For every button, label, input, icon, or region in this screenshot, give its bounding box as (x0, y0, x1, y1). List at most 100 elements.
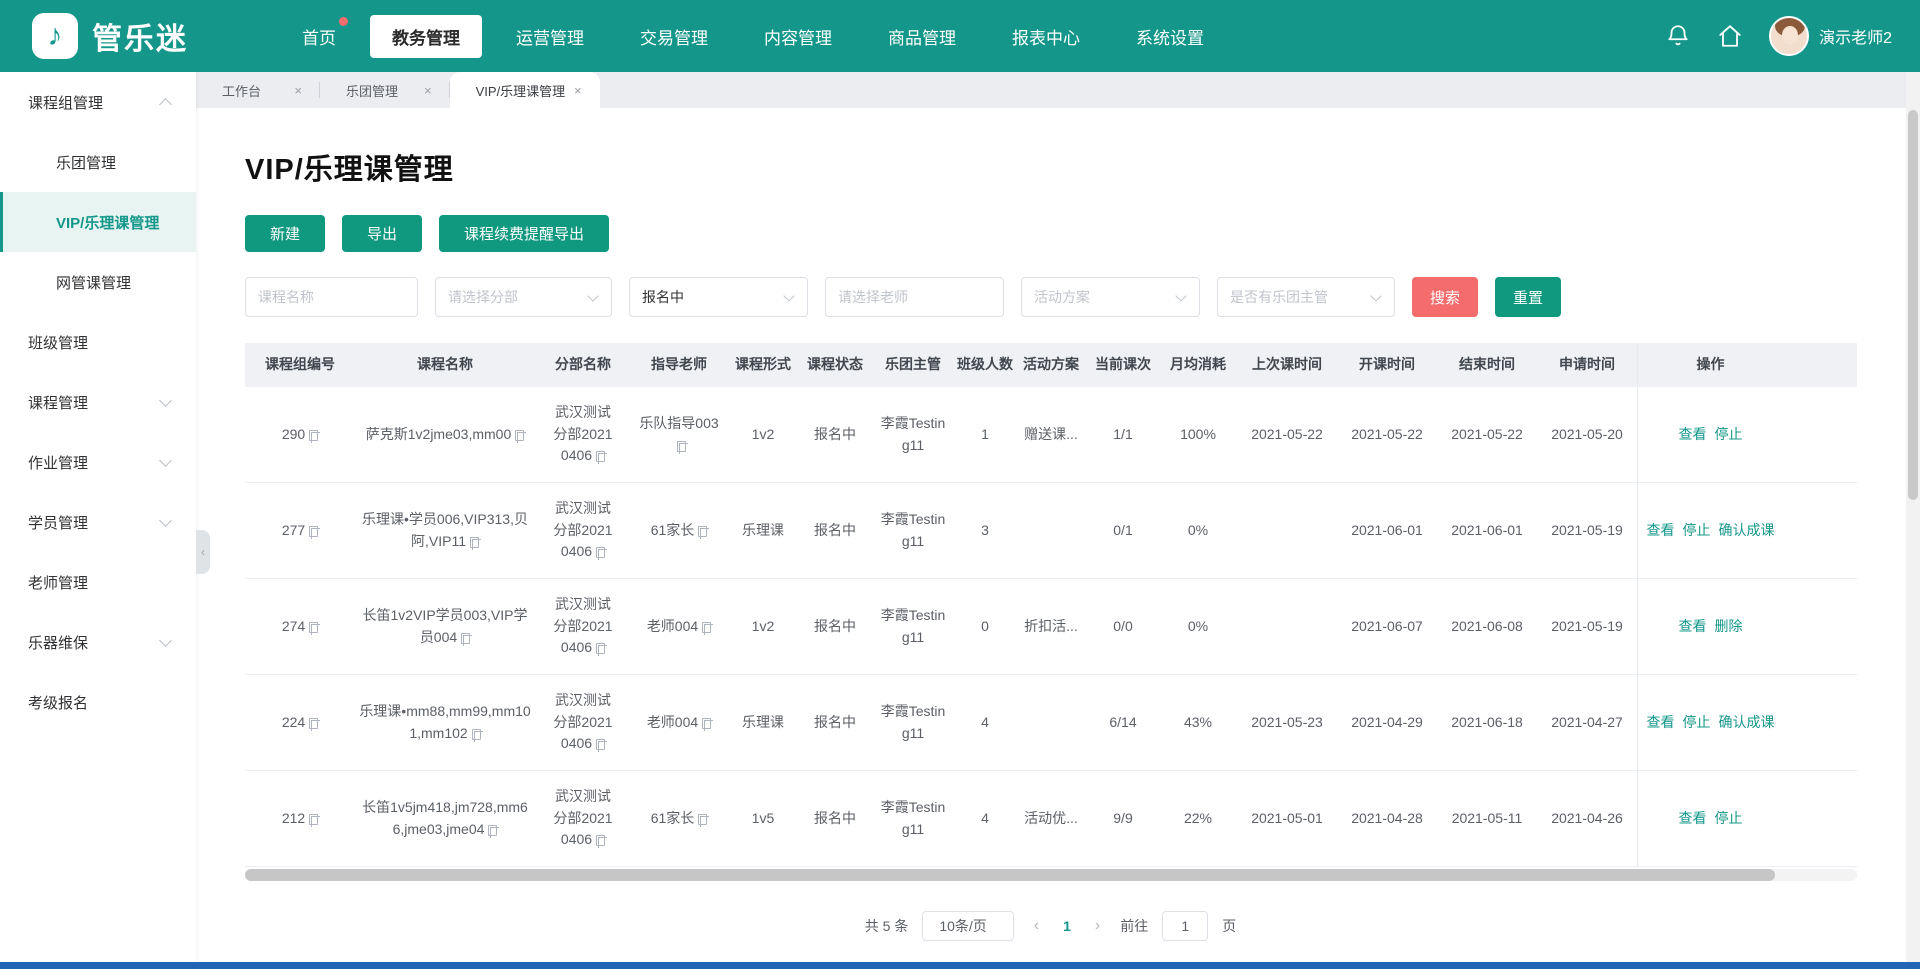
cell-text: 2021-05-23 (1251, 712, 1323, 734)
sidebar-collapse-handle[interactable]: ‹ (196, 530, 210, 574)
top-menu-item[interactable]: 报表中心 (990, 15, 1102, 58)
copy-icon[interactable] (309, 622, 318, 633)
copy-icon[interactable] (596, 739, 605, 750)
cell-text: 100% (1180, 424, 1216, 446)
cell-text: 李霞Testing11 (879, 701, 947, 744)
user-menu[interactable]: 演示老师2 (1769, 16, 1892, 56)
tab[interactable]: 乐团管理× (320, 72, 450, 108)
sidebar-item[interactable]: 老师管理 (0, 552, 196, 612)
action-button[interactable]: 新建 (245, 215, 325, 252)
goto-page-input[interactable] (1162, 911, 1208, 941)
tab[interactable]: VIP/乐理课管理× (450, 72, 600, 108)
row-action-link[interactable]: 停止 (1683, 520, 1711, 542)
copy-icon[interactable] (515, 430, 524, 441)
sidebar-item[interactable]: 学员管理 (0, 492, 196, 552)
copy-icon[interactable] (702, 718, 711, 729)
logo-music-note-icon: ♪ (32, 13, 78, 59)
action-button[interactable]: 导出 (342, 215, 422, 252)
sidebar-item[interactable]: VIP/乐理课管理 (0, 192, 196, 252)
row-action-link[interactable]: 查看 (1679, 616, 1707, 638)
sidebar-item[interactable]: 乐器维保 (0, 612, 196, 672)
filter-select[interactable]: 报名中 (629, 277, 808, 317)
row-action-link[interactable]: 查看 (1647, 520, 1675, 542)
copy-icon[interactable] (596, 835, 605, 846)
top-menu-item[interactable]: 内容管理 (742, 15, 854, 58)
filter-input[interactable]: 请选择老师 (825, 277, 1004, 317)
copy-icon[interactable] (596, 451, 605, 462)
copy-icon[interactable] (309, 430, 318, 441)
notification-bell-icon[interactable] (1665, 23, 1691, 49)
cell-text: 2021-05-22 (1251, 424, 1323, 446)
top-menu-item[interactable]: 运营管理 (494, 15, 606, 58)
top-menu-item[interactable]: 首页 (280, 15, 358, 58)
row-action-link[interactable]: 确认成课 (1719, 712, 1775, 734)
row-action-link[interactable]: 删除 (1715, 616, 1743, 638)
cell-text: 长笛1v5jm418,jm728,mm66,jme03,jme04 (359, 797, 531, 840)
copy-icon[interactable] (488, 825, 497, 836)
prev-page-button[interactable]: ‹ (1028, 917, 1045, 935)
row-action-link[interactable]: 查看 (1647, 712, 1675, 734)
copy-icon[interactable] (698, 814, 707, 825)
next-page-button[interactable]: › (1089, 917, 1106, 935)
column-header-form: 课程形式 (727, 343, 799, 387)
cell-text: 2021-05-01 (1251, 808, 1323, 830)
table-body: 290萨克斯1v2jme03,mm00武汉测试分部20210406乐队指导003… (245, 387, 1857, 867)
table-row: 224乐理课•mm88,mm99,mm101,mm102武汉测试分部202104… (245, 675, 1857, 771)
sidebar-item[interactable]: 乐团管理 (0, 132, 196, 192)
copy-icon[interactable] (702, 622, 711, 633)
cell-text: 武汉测试分部20210406 (550, 498, 616, 563)
filter-select[interactable]: 是否有乐团主管 (1217, 277, 1395, 317)
column-header-end: 结束时间 (1437, 343, 1537, 387)
chevron-up-icon (159, 98, 172, 111)
copy-icon[interactable] (596, 643, 605, 654)
top-menu-item[interactable]: 系统设置 (1114, 15, 1226, 58)
action-button[interactable]: 课程续费提醒导出 (439, 215, 609, 252)
tab[interactable]: 工作台× (196, 72, 320, 108)
app-logo[interactable]: ♪ 管乐迷 (32, 13, 188, 59)
app-title: 管乐迷 (92, 14, 188, 58)
row-action-link[interactable]: 确认成课 (1719, 520, 1775, 542)
copy-icon[interactable] (461, 633, 470, 644)
filter-select[interactable]: 请选择分部 (435, 277, 612, 317)
sidebar-item[interactable]: 作业管理 (0, 432, 196, 492)
tab-close-icon[interactable]: × (574, 83, 582, 98)
sidebar-item[interactable]: 班级管理 (0, 312, 196, 372)
copy-icon[interactable] (309, 526, 318, 537)
sidebar-item[interactable]: 考级报名 (0, 672, 196, 732)
sidebar-item[interactable]: 网管课管理 (0, 252, 196, 312)
copy-icon[interactable] (698, 526, 707, 537)
filter-select[interactable]: 活动方案 (1021, 277, 1200, 317)
row-action-link[interactable]: 查看 (1679, 424, 1707, 446)
vertical-scrollbar-track[interactable] (1906, 72, 1920, 962)
vertical-scrollbar-thumb[interactable] (1908, 110, 1918, 500)
row-action-link[interactable]: 查看 (1679, 808, 1707, 830)
sidebar-item[interactable]: 课程组管理 (0, 72, 196, 132)
top-menu-item[interactable]: 商品管理 (866, 15, 978, 58)
tab-close-icon[interactable]: × (294, 83, 302, 98)
top-menu-item[interactable]: 教务管理 (370, 15, 482, 58)
copy-icon[interactable] (309, 814, 318, 825)
home-icon[interactable] (1717, 23, 1743, 49)
copy-icon[interactable] (596, 547, 605, 558)
filter-input[interactable]: 课程名称 (245, 277, 418, 317)
copy-icon[interactable] (309, 718, 318, 729)
sidebar-item-label: VIP/乐理课管理 (56, 212, 159, 233)
current-page[interactable]: 1 (1059, 918, 1075, 934)
tab-close-icon[interactable]: × (424, 83, 432, 98)
search-button[interactable]: 搜索 (1412, 277, 1478, 317)
cell-size: 4 (955, 771, 1015, 866)
horizontal-scrollbar-thumb[interactable] (245, 869, 1775, 881)
copy-icon[interactable] (677, 441, 686, 452)
top-menu-item[interactable]: 交易管理 (618, 15, 730, 58)
page-size-select[interactable]: 10条/页 (922, 911, 1013, 941)
row-action-link[interactable]: 停止 (1715, 424, 1743, 446)
reset-button[interactable]: 重置 (1495, 277, 1561, 317)
cell-text: 乐理课 (742, 520, 784, 542)
row-action-link[interactable]: 停止 (1715, 808, 1743, 830)
cell-name: 长笛1v5jm418,jm728,mm66,jme03,jme04 (355, 771, 535, 866)
copy-icon[interactable] (472, 729, 481, 740)
copy-icon[interactable] (470, 537, 479, 548)
row-action-link[interactable]: 停止 (1683, 712, 1711, 734)
cell-text: 3 (981, 520, 989, 542)
sidebar-item[interactable]: 课程管理 (0, 372, 196, 432)
